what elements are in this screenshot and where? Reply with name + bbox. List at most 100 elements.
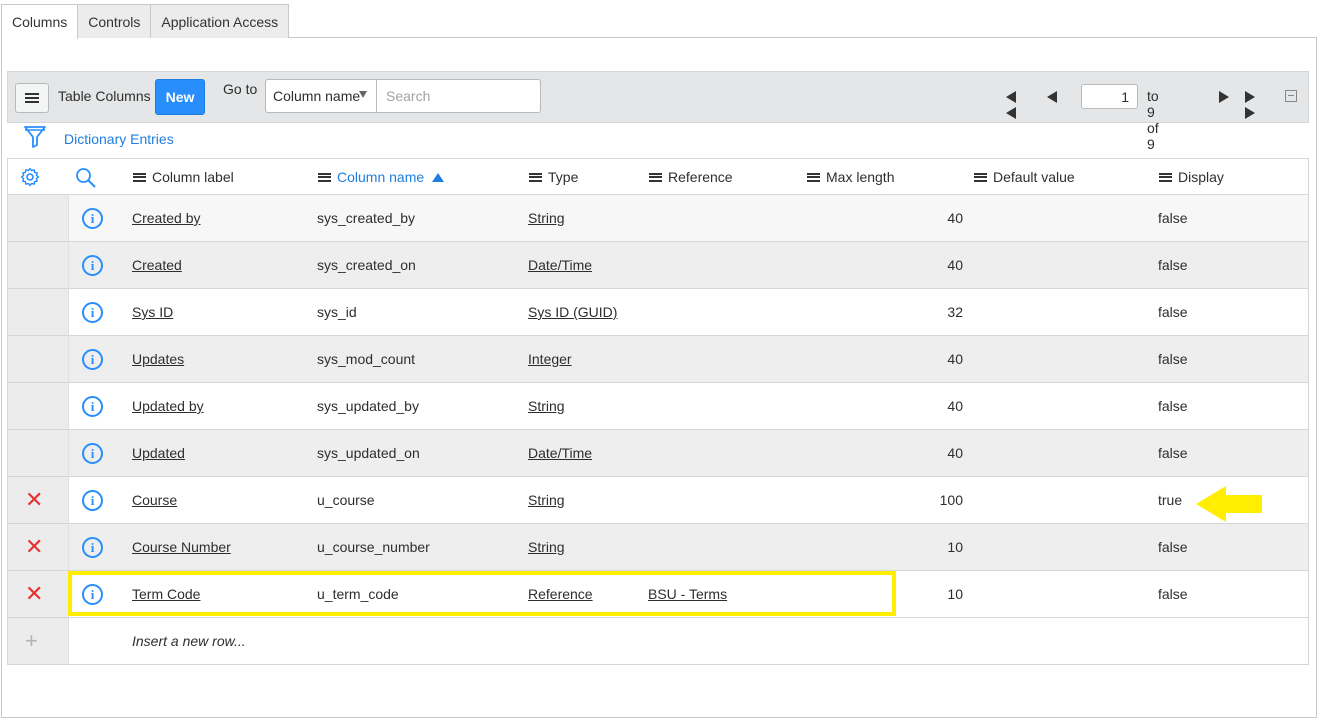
column-label-link[interactable]: Sys ID: [132, 289, 173, 335]
hamburger-icon[interactable]: [15, 83, 49, 113]
column-label-link[interactable]: Created by: [132, 195, 200, 241]
table-row: ✕ i Course u_course String 100 true: [8, 477, 1308, 524]
gear-icon[interactable]: [20, 167, 40, 187]
max-length-cell: 40: [947, 445, 963, 461]
collapse-icon[interactable]: [1285, 90, 1297, 102]
breadcrumb[interactable]: Dictionary Entries: [64, 131, 174, 147]
type-link[interactable]: Reference: [528, 571, 593, 617]
column-label-link[interactable]: Course: [132, 477, 177, 523]
info-icon[interactable]: i: [82, 490, 103, 511]
column-menu-icon[interactable]: [1159, 172, 1172, 182]
table-row: i Updates sys_mod_count Integer 40 false: [8, 336, 1308, 383]
max-length-cell: 40: [947, 351, 963, 367]
max-length-cell: 10: [947, 586, 963, 602]
max-length-cell: 10: [947, 539, 963, 555]
type-link[interactable]: String: [528, 524, 565, 570]
column-menu-icon[interactable]: [807, 172, 820, 182]
page-number-input[interactable]: [1081, 84, 1138, 109]
column-label-link[interactable]: Course Number: [132, 524, 231, 570]
column-name-cell: sys_updated_on: [317, 445, 420, 461]
column-label-link[interactable]: Updated: [132, 430, 185, 476]
last-page-icon[interactable]: [1245, 90, 1255, 119]
header-column-label[interactable]: Column label: [133, 159, 234, 195]
display-cell: false: [1158, 304, 1188, 320]
table-row: i Created by sys_created_by String 40 false: [8, 195, 1308, 242]
display-cell: false: [1158, 257, 1188, 273]
header-type[interactable]: Type: [529, 159, 578, 195]
goto-field-select[interactable]: Column name: [265, 79, 377, 113]
info-icon[interactable]: i: [82, 255, 103, 276]
insert-row-label[interactable]: Insert a new row...: [132, 618, 246, 664]
header-display[interactable]: Display: [1159, 159, 1224, 195]
type-link[interactable]: Sys ID (GUID): [528, 289, 617, 335]
header-default-value[interactable]: Default value: [974, 159, 1075, 195]
table-header: Column label Column name Type Reference …: [8, 159, 1308, 195]
sort-ascending-icon: [432, 172, 445, 182]
delete-icon[interactable]: ✕: [25, 536, 43, 558]
header-reference[interactable]: Reference: [649, 159, 733, 195]
goto-field-value: Column name: [273, 88, 361, 104]
column-label-link[interactable]: Term Code: [132, 571, 200, 617]
insert-row[interactable]: + Insert a new row...: [8, 618, 1308, 664]
new-button[interactable]: New: [155, 79, 205, 115]
goto-label: Go to: [223, 81, 258, 97]
column-menu-icon[interactable]: [318, 172, 331, 182]
info-icon[interactable]: i: [82, 584, 103, 605]
header-max-length[interactable]: Max length: [807, 159, 894, 195]
previous-page-icon[interactable]: [1047, 90, 1057, 104]
table-row: i Created sys_created_on Date/Time 40 false: [8, 242, 1308, 289]
info-icon[interactable]: i: [82, 396, 103, 417]
type-link[interactable]: Date/Time: [528, 430, 592, 476]
type-link[interactable]: Integer: [528, 336, 572, 382]
table-row: ✕ i Term Code u_term_code Reference BSU - Ter…: [8, 571, 1308, 618]
plus-icon[interactable]: +: [25, 630, 38, 652]
column-name-cell: sys_updated_by: [317, 398, 419, 414]
first-page-icon[interactable]: [1006, 90, 1016, 119]
display-cell: false: [1158, 210, 1188, 226]
display-cell: true: [1158, 492, 1183, 508]
search-input[interactable]: [376, 79, 541, 113]
filter-icon[interactable]: [24, 125, 46, 149]
column-name-cell: sys_created_by: [317, 210, 416, 226]
column-menu-icon[interactable]: [133, 172, 146, 182]
column-menu-icon[interactable]: [649, 172, 662, 182]
type-link[interactable]: String: [528, 195, 565, 241]
delete-icon[interactable]: ✕: [25, 583, 43, 605]
tab-controls[interactable]: Controls: [77, 4, 152, 38]
info-icon[interactable]: i: [82, 443, 103, 464]
column-name-cell: u_course: [317, 492, 375, 508]
column-label-link[interactable]: Updated by: [132, 383, 204, 429]
tab-bar: Columns Controls Application Access: [1, 4, 290, 39]
column-label-link[interactable]: Created: [132, 242, 182, 288]
column-menu-icon[interactable]: [974, 172, 987, 182]
table-row: i Updated by sys_updated_by String 40 false: [8, 383, 1308, 430]
type-link[interactable]: String: [528, 383, 565, 429]
info-icon[interactable]: i: [82, 208, 103, 229]
type-link[interactable]: Date/Time: [528, 242, 592, 288]
column-menu-icon[interactable]: [529, 172, 542, 182]
max-length-cell: 100: [939, 492, 963, 508]
display-cell: false: [1158, 351, 1188, 367]
reference-link[interactable]: BSU - Terms: [648, 571, 727, 617]
delete-icon[interactable]: ✕: [25, 489, 43, 511]
display-cell: false: [1158, 539, 1188, 555]
info-icon[interactable]: i: [82, 537, 103, 558]
table-row: i Sys ID sys_id Sys ID (GUID) 32 false: [8, 289, 1308, 336]
tab-columns[interactable]: Columns: [1, 4, 79, 39]
type-link[interactable]: String: [528, 477, 565, 523]
max-length-cell: 40: [947, 210, 963, 226]
next-page-icon[interactable]: [1219, 90, 1229, 104]
tab-application-access[interactable]: Application Access: [150, 4, 290, 38]
display-cell: false: [1158, 586, 1188, 602]
search-icon[interactable]: [75, 167, 97, 189]
column-label-link[interactable]: Updates: [132, 336, 184, 382]
info-icon[interactable]: i: [82, 349, 103, 370]
column-name-cell: sys_id: [317, 304, 357, 320]
list-toolbar: Table Columns New Go to Column name to 9…: [7, 71, 1309, 152]
header-column-name[interactable]: Column name: [318, 159, 445, 195]
max-length-cell: 40: [947, 398, 963, 414]
max-length-cell: 40: [947, 257, 963, 273]
page-count: to 9 of 9: [1147, 88, 1159, 152]
info-icon[interactable]: i: [82, 302, 103, 323]
display-cell: false: [1158, 445, 1188, 461]
